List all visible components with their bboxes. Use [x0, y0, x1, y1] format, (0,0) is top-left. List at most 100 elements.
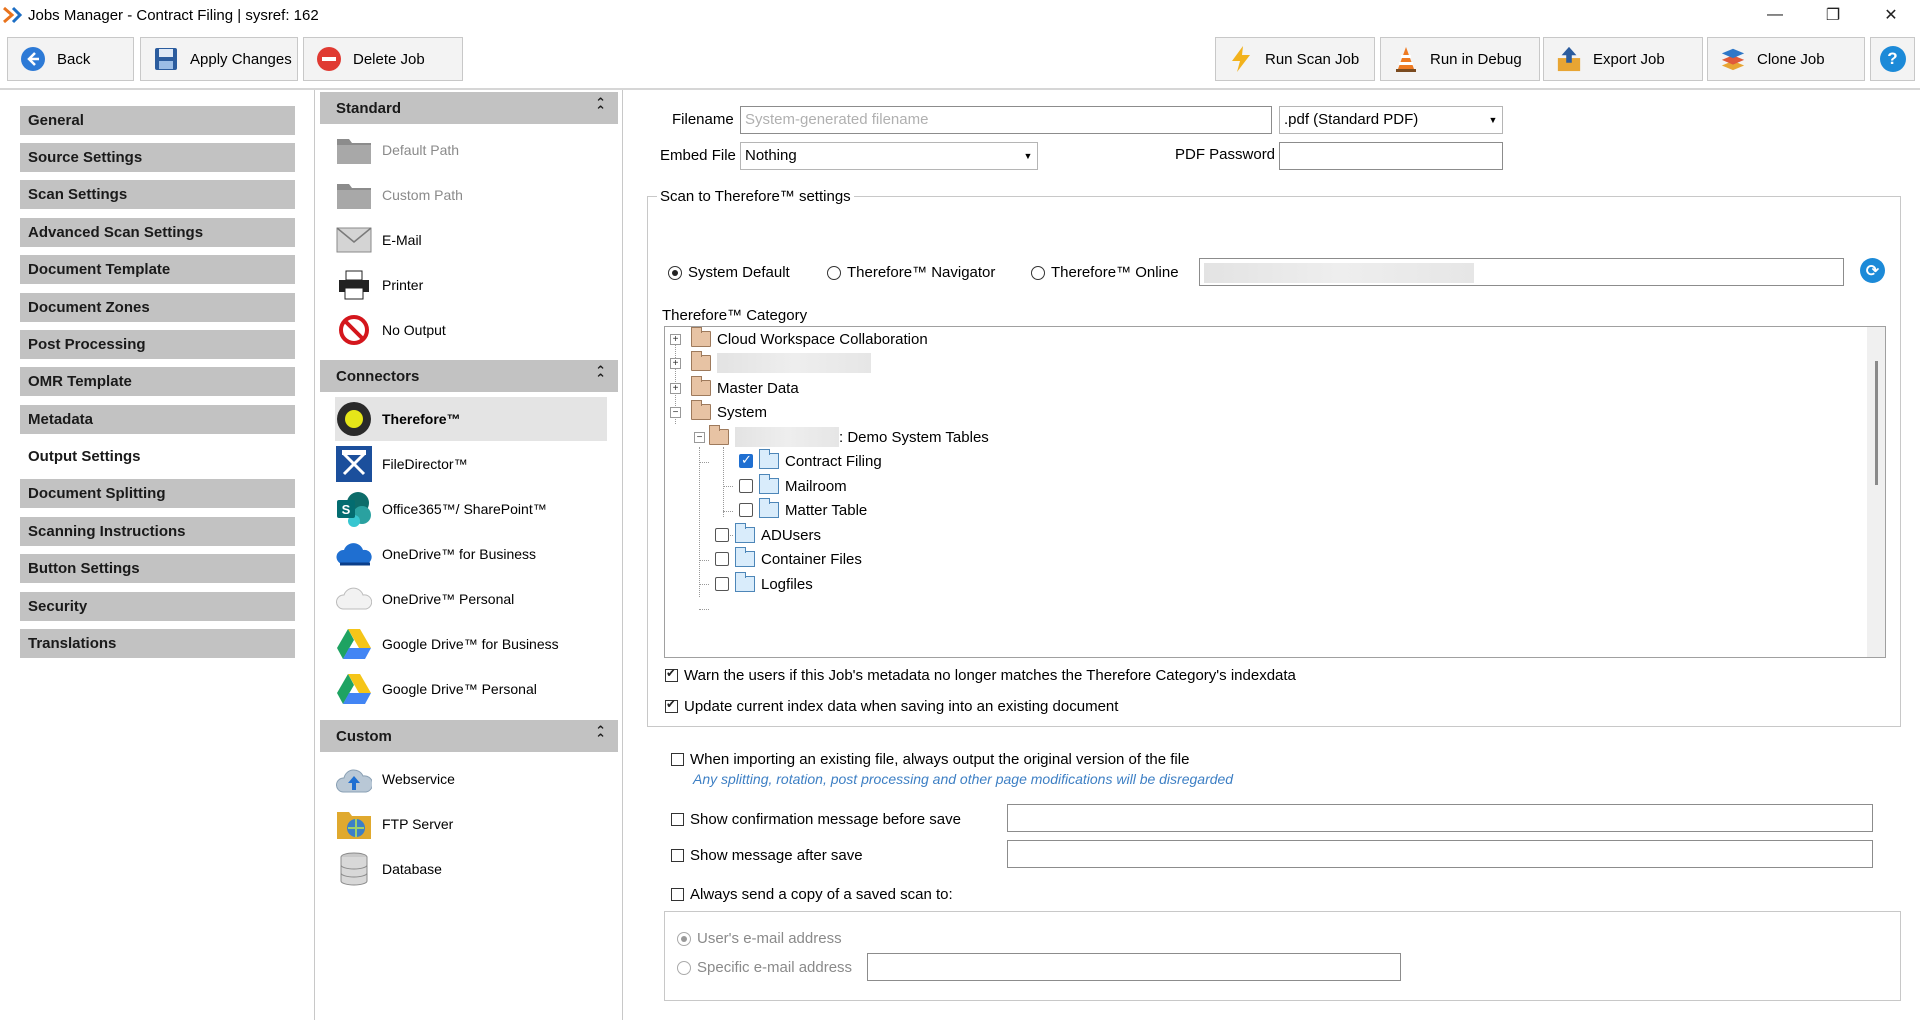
item-label: Default Path — [382, 142, 460, 158]
radio-system-default[interactable]: System Default — [668, 264, 790, 281]
output-sharepoint[interactable]: S Office365™/ SharePoint™ — [335, 487, 607, 531]
tree-checkbox[interactable] — [715, 577, 729, 591]
scrollbar-thumb[interactable] — [1875, 361, 1878, 485]
nav-item-security[interactable]: Security — [20, 592, 295, 621]
run-in-debug-button[interactable]: Run in Debug — [1380, 37, 1540, 81]
nav-item-source-settings[interactable]: Source Settings — [20, 143, 295, 172]
nav-item-translations[interactable]: Translations — [20, 629, 295, 658]
confirm-before-save-checkbox[interactable]: Show confirmation message before save — [671, 811, 961, 828]
output-therefore[interactable]: Therefore™ — [335, 397, 607, 441]
nav-item-scan-settings[interactable]: Scan Settings — [20, 180, 295, 209]
output-google-drive-personal[interactable]: Google Drive™ Personal — [335, 667, 607, 711]
apply-changes-button[interactable]: Apply Changes — [140, 37, 298, 81]
nav-item-document-splitting[interactable]: Document Splitting — [20, 479, 295, 508]
output-google-drive-business[interactable]: Google Drive™ for Business — [335, 622, 607, 666]
nav-item-document-template[interactable]: Document Template — [20, 255, 295, 284]
refresh-button[interactable]: ⟳ — [1860, 258, 1885, 283]
tree-node-system[interactable]: − System — [670, 400, 767, 424]
tree-checkbox[interactable] — [739, 452, 753, 468]
nav-item-output-settings[interactable]: Output Settings — [20, 442, 295, 471]
tree-checkbox[interactable] — [739, 503, 753, 517]
nav-item-general[interactable]: General — [20, 106, 295, 135]
tree-label: Container Files — [761, 550, 862, 568]
nav-item-advanced-scan-settings[interactable]: Advanced Scan Settings — [20, 218, 295, 247]
folder-icon — [735, 523, 755, 543]
radio-therefore-navigator[interactable]: Therefore™ Navigator — [827, 264, 995, 281]
output-default-path[interactable]: Default Path — [335, 128, 607, 172]
section-connectors-header[interactable]: Connectors ⌃ ⌃ — [320, 360, 618, 392]
send-copy-checkbox[interactable]: Always send a copy of a saved scan to: — [671, 886, 953, 903]
after-save-message-input[interactable] — [1007, 840, 1873, 868]
file-format-select[interactable]: .pdf (Standard PDF) ▼ — [1279, 106, 1503, 134]
run-scan-job-button[interactable]: Run Scan Job — [1215, 37, 1375, 81]
window-title: Jobs Manager - Contract Filing | sysref:… — [28, 6, 319, 24]
nav-item-button-settings[interactable]: Button Settings — [20, 554, 295, 583]
tree-node-logfiles[interactable]: Logfiles — [715, 572, 813, 596]
section-custom-header[interactable]: Custom ⌃ ⌃ — [320, 720, 618, 752]
nav-item-scanning-instructions[interactable]: Scanning Instructions — [20, 517, 295, 546]
tree-node-contract-filing[interactable]: Contract Filing — [739, 449, 882, 473]
output-printer[interactable]: Printer — [335, 263, 607, 307]
nav-item-metadata[interactable]: Metadata — [20, 405, 295, 434]
export-job-button[interactable]: Export Job — [1543, 37, 1703, 81]
warn-metadata-checkbox[interactable]: Warn the users if this Job's metadata no… — [665, 666, 1296, 684]
radio-circle — [1031, 265, 1045, 280]
output-filedirector[interactable]: FileDirector™ — [335, 442, 607, 486]
radio-circle — [677, 931, 691, 946]
output-no-output[interactable]: No Output — [335, 308, 607, 352]
therefore-server-input[interactable] — [1199, 258, 1844, 286]
clone-job-button[interactable]: Clone Job — [1707, 37, 1865, 81]
nav-label: Post Processing — [28, 336, 146, 353]
tree-checkbox[interactable] — [715, 552, 729, 566]
minimize-button[interactable]: — — [1746, 0, 1804, 30]
checkbox-label: Update current index data when saving in… — [684, 698, 1119, 715]
filename-label: Filename — [672, 111, 734, 128]
message-after-save-checkbox[interactable]: Show message after save — [671, 847, 863, 864]
embed-file-select[interactable]: Nothing ▼ — [740, 142, 1038, 170]
export-icon — [1556, 46, 1582, 72]
tree-node-demo-system-tables[interactable]: − : Demo System Tables — [694, 425, 989, 449]
output-webservice[interactable]: Webservice — [335, 757, 607, 801]
tree-label: Matter Table — [785, 501, 868, 519]
specific-email-input[interactable] — [867, 953, 1401, 981]
output-database[interactable]: Database — [335, 847, 607, 891]
section-standard-header[interactable]: Standard ⌃ ⌃ — [320, 92, 618, 124]
tree-scrollbar[interactable] — [1867, 327, 1885, 657]
tree-node-adusers[interactable]: ADUsers — [715, 523, 821, 547]
pdf-password-input[interactable] — [1279, 142, 1503, 170]
tree-node-mailroom[interactable]: Mailroom — [739, 474, 847, 498]
folder-icon — [735, 547, 755, 567]
help-button[interactable]: ? — [1870, 37, 1915, 81]
refresh-icon: ⟳ — [1865, 262, 1880, 280]
restore-button[interactable]: ❐ — [1804, 0, 1862, 30]
radio-therefore-online[interactable]: Therefore™ Online — [1031, 264, 1179, 281]
output-ftp-server[interactable]: FTP Server — [335, 802, 607, 846]
output-email[interactable]: E-Mail — [335, 218, 607, 262]
nav-item-omr-template[interactable]: OMR Template — [20, 367, 295, 396]
radio-specific-email[interactable]: Specific e-mail address — [677, 959, 852, 976]
category-tree[interactable]: + Cloud Workspace Collaboration + + Mast… — [664, 326, 1886, 658]
tree-node-container-files[interactable]: Container Files — [715, 547, 862, 571]
tree-checkbox[interactable] — [739, 479, 753, 493]
tree-node-matter-table[interactable]: Matter Table — [739, 498, 867, 522]
original-version-checkbox[interactable]: When importing an existing file, always … — [671, 751, 1189, 768]
delete-job-button[interactable]: Delete Job — [303, 37, 463, 81]
nav-item-document-zones[interactable]: Document Zones — [20, 293, 295, 322]
radio-users-email[interactable]: User's e-mail address — [677, 930, 842, 947]
radio-circle — [677, 960, 691, 975]
tree-node-redacted[interactable]: + — [670, 351, 871, 375]
tree-checkbox[interactable] — [715, 528, 729, 542]
collapse-icon: − — [694, 431, 705, 443]
filename-input[interactable]: System-generated filename — [740, 106, 1272, 134]
back-button[interactable]: Back — [7, 37, 134, 81]
output-onedrive-personal[interactable]: OneDrive™ Personal — [335, 577, 607, 621]
nav-item-post-processing[interactable]: Post Processing — [20, 330, 295, 359]
close-button[interactable]: ✕ — [1862, 0, 1920, 30]
tree-node-master-data[interactable]: + Master Data — [670, 376, 799, 400]
output-custom-path[interactable]: Custom Path — [335, 173, 607, 217]
update-index-checkbox[interactable]: Update current index data when saving in… — [665, 697, 1119, 715]
tree-node-cloud-workspace[interactable]: + Cloud Workspace Collaboration — [670, 327, 928, 351]
no-entry-icon — [335, 311, 373, 349]
confirm-message-input[interactable] — [1007, 804, 1873, 832]
output-onedrive-business[interactable]: OneDrive™ for Business — [335, 532, 607, 576]
